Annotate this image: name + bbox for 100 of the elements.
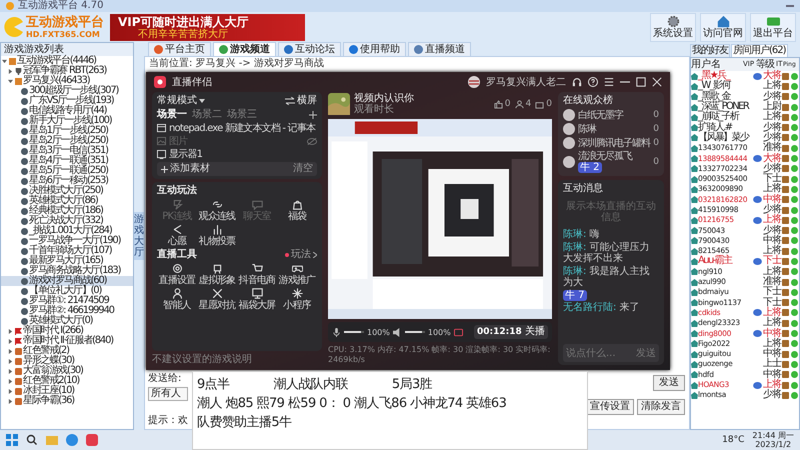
tree-item[interactable]: 300超级厅一步线(307): [1, 86, 133, 96]
scene-tab[interactable]: 场景三: [227, 109, 257, 121]
tree-item[interactable]: 经典模式大厅(186): [1, 206, 133, 216]
add-icon[interactable]: [309, 111, 317, 119]
user-row[interactable]: _崩哒_子析 上将: [691, 112, 799, 122]
avatar[interactable]: [563, 109, 575, 121]
tree-item[interactable]: 帝国时代 II·征服者(840): [1, 336, 133, 346]
column-header[interactable]: 用户名: [691, 58, 743, 71]
expand-caret-icon[interactable]: [8, 398, 13, 404]
send-button[interactable]: 发送: [653, 375, 685, 391]
tab[interactable]: 游戏频道: [213, 42, 276, 56]
vip-banner[interactable]: VIP可随时进出满人大厅 不用辛辛苦苦挤大厅: [110, 14, 305, 40]
expand-caret-icon[interactable]: [8, 368, 13, 374]
expand-caret-icon[interactable]: [8, 78, 13, 84]
chat-button[interactable]: 宣传设置: [586, 399, 634, 415]
clock[interactable]: 21:44 周一 2023/1/2: [752, 431, 794, 449]
tree-item[interactable]: 大富翁游戏(30): [1, 366, 133, 376]
tree-item[interactable]: 星岛1厅一步线(250): [1, 126, 133, 136]
chat-button[interactable]: 清除发言: [637, 399, 685, 415]
tree-item[interactable]: 星岛6厅一移动(253): [1, 176, 133, 186]
more-link[interactable]: 玩法: [285, 249, 317, 261]
exit-button[interactable]: 退出平台: [750, 12, 796, 42]
tree-item[interactable]: 星际争霸(36): [1, 396, 133, 406]
expand-caret-icon[interactable]: [2, 58, 7, 64]
minimize-icon[interactable]: [620, 81, 630, 83]
tree-item[interactable]: 电信线路专用厅(44): [1, 106, 133, 116]
user-row[interactable]: _深蓝_PONER 上尉: [691, 102, 799, 112]
app-icon[interactable]: [86, 434, 98, 446]
tab[interactable]: 直播频道: [408, 42, 471, 56]
tab[interactable]: 房间用户(62): [731, 44, 788, 57]
microphone-icon[interactable]: [332, 328, 341, 336]
scene-tab[interactable]: 场景二: [192, 109, 222, 121]
tree-item[interactable]: 一罗马战争一大厅(190): [1, 236, 133, 246]
tool-button[interactable]: 抖音电商: [237, 263, 277, 286]
feature-button[interactable]: 福袋: [277, 199, 317, 222]
help-icon[interactable]: [588, 77, 598, 87]
start-button[interactable]: [6, 434, 18, 446]
orientation-toggle[interactable]: 横屏: [285, 95, 317, 107]
tree-item[interactable]: 罗马商务战略大厅(183): [1, 266, 133, 276]
tool-button[interactable]: 智能人: [157, 288, 197, 311]
tree-item[interactable]: 异形之蝶(30): [1, 356, 133, 366]
tool-button[interactable]: 直播设置: [157, 263, 197, 286]
expand-caret-icon[interactable]: [8, 338, 13, 344]
viewer-name[interactable]: 白纸无墨字: [578, 110, 623, 120]
message-input[interactable]: 说点什么...: [566, 348, 636, 358]
user-row[interactable]: Auu-霸主 下士: [691, 256, 799, 267]
source-item[interactable]: 显示器1: [157, 149, 317, 160]
headset-icon[interactable]: [572, 77, 582, 87]
tool-button[interactable]: 小程序: [277, 288, 317, 311]
tree-item[interactable]: 星岛4厅一联通(351): [1, 156, 133, 166]
viewer-name[interactable]: 深圳腾讯电子罐料: [578, 138, 650, 148]
clear-button[interactable]: 清空: [293, 163, 313, 175]
mode-dropdown[interactable]: 常规模式: [157, 95, 205, 107]
tree-item[interactable]: 冠军争霸赛 RBT(263): [1, 66, 133, 76]
tree-item[interactable]: 红色警戒(2): [1, 346, 133, 356]
avatar[interactable]: [563, 137, 575, 149]
tree-item[interactable]: 千首年骑场大厅(107): [1, 246, 133, 256]
tree-item[interactable]: 帝国时代 I(266): [1, 326, 133, 336]
tool-button[interactable]: 游戏推广: [277, 263, 317, 286]
tree-item[interactable]: 罗马群②: 466199940: [1, 306, 133, 316]
game-notice-link[interactable]: 不建议设置的游戏说明: [152, 354, 322, 365]
tree-item[interactable]: 游戏对罗马商战(60): [1, 276, 133, 286]
feature-button[interactable]: 礼物投票: [197, 224, 237, 247]
tree-item[interactable]: 冰封王座(10): [1, 386, 133, 396]
viewer-name[interactable]: 陈琳: [578, 124, 596, 134]
expand-caret-icon[interactable]: [8, 378, 13, 384]
user-row[interactable]: 【风暴】菜少 少将: [691, 132, 799, 144]
avatar[interactable]: [563, 123, 575, 135]
settings-button[interactable]: 系统设置: [650, 12, 696, 42]
expand-caret-icon[interactable]: [8, 328, 13, 334]
tree-item[interactable]: 星岛5厅一联通(250): [1, 166, 133, 176]
user-row[interactable]: _W_影何 上将: [691, 81, 799, 92]
tree-item[interactable]: 最新罗马大厅(165): [1, 256, 133, 266]
tree-item[interactable]: 罗马群①: 21474509: [1, 296, 133, 306]
expand-caret-icon[interactable]: [8, 68, 13, 74]
user-row[interactable]: 扩骑人.# 少将: [691, 122, 799, 133]
search-icon[interactable]: [26, 434, 38, 446]
tool-button[interactable]: 福袋大屏: [237, 288, 277, 311]
menu-icon[interactable]: [604, 77, 614, 87]
tool-button[interactable]: 虚拟形象: [197, 263, 237, 286]
expand-caret-icon[interactable]: [8, 388, 13, 394]
tool-button[interactable]: 星愿对抗: [197, 288, 237, 311]
expand-caret-icon[interactable]: [8, 358, 13, 364]
record-icon[interactable]: [454, 328, 463, 336]
avatar[interactable]: [468, 76, 480, 88]
user-row[interactable]: _黑歌_金 少将: [691, 92, 799, 102]
scene-tab[interactable]: 场景一: [157, 109, 187, 121]
speaker-icon[interactable]: [392, 328, 402, 336]
tab[interactable]: 互动论坛: [278, 42, 341, 56]
add-source-button[interactable]: 添加素材: [161, 163, 210, 175]
feature-button[interactable]: 心愿: [157, 224, 197, 247]
stop-live-button[interactable]: 00:12:18 关播: [474, 325, 548, 339]
tree-item[interactable]: 广东VS厅一步线(193): [1, 96, 133, 106]
viewer-name[interactable]: 流浪无尽孤飞: [578, 151, 632, 162]
weather-text[interactable]: 18°C: [722, 435, 744, 445]
tree-item[interactable]: 互动游戏平台(4446): [1, 56, 133, 66]
close-icon[interactable]: [652, 77, 662, 87]
expand-caret-icon[interactable]: [8, 348, 13, 354]
website-button[interactable]: 访问官网: [700, 12, 746, 42]
feature-button[interactable]: 观众连线: [197, 199, 237, 222]
